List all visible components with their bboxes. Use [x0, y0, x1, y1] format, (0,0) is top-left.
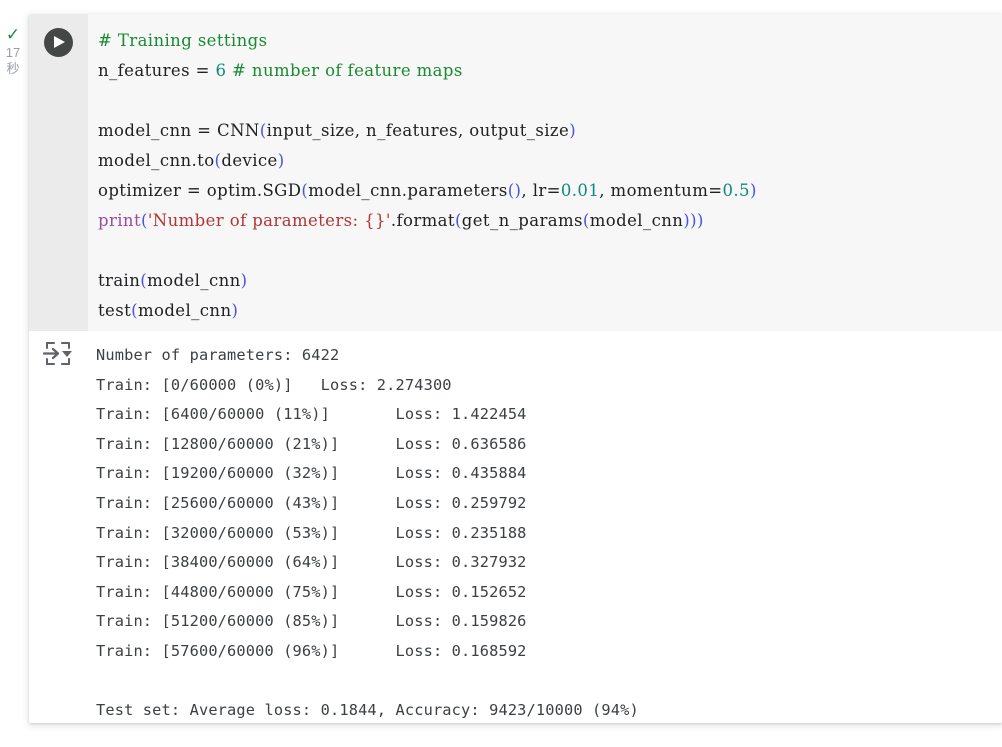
code-token: model_cnn = CNN [98, 121, 260, 140]
code-token: ( [582, 211, 590, 230]
code-token: ( [454, 211, 462, 230]
code-token: ))) [683, 211, 704, 230]
run-gutter [29, 14, 88, 331]
execution-duration-unit: 秒 [6, 62, 20, 77]
output-cell: Number of parameters: 6422 Train: [0/600… [29, 331, 1002, 723]
cell-status-gutter: ✓ 17 秒 [0, 25, 26, 78]
code-token: ) [277, 151, 285, 170]
check-icon: ✓ [5, 25, 21, 45]
code-token: model_cnn.parameters [308, 181, 508, 200]
code-token: # number of feature maps [232, 61, 463, 80]
code-token: () [507, 181, 522, 200]
code-token: 0.5 [722, 181, 750, 200]
code-token: .format [390, 211, 455, 230]
play-icon[interactable] [44, 28, 73, 57]
code-token: , momentum= [599, 181, 723, 200]
code-cell[interactable]: # Training settings n_features = 6 # num… [29, 14, 1002, 331]
code-token: model_cnn [137, 301, 232, 320]
code-editor[interactable]: # Training settings n_features = 6 # num… [88, 14, 1002, 331]
code-token: test [98, 301, 132, 320]
code-token: device [221, 151, 278, 170]
code-token: model_cnn [147, 271, 241, 290]
code-source[interactable]: # Training settings n_features = 6 # num… [98, 26, 1002, 326]
code-token: n_features = [98, 61, 216, 80]
code-token: model_cnn.to [98, 151, 215, 170]
code-token: ( [259, 121, 267, 140]
output-text: Number of parameters: 6422 Train: [0/600… [96, 346, 639, 720]
code-token: ( [140, 211, 148, 230]
code-token: print [98, 211, 141, 230]
code-token: 'Number of parameters: {}' [147, 211, 391, 230]
code-token: , lr= [521, 181, 561, 200]
code-token: 6 [215, 61, 227, 80]
code-token: ) [231, 301, 239, 320]
code-token: ) [569, 121, 577, 140]
code-token: get_n_params [461, 211, 583, 230]
execution-duration-value: 17 [5, 45, 21, 60]
output-expand-icon[interactable] [42, 339, 76, 369]
code-token: model_cnn [589, 211, 684, 230]
code-token: 0.01 [560, 181, 600, 200]
code-token: ( [131, 301, 138, 320]
code-token: input_size, n_features, output_size [266, 121, 570, 140]
code-token: optimizer = optim.SGD [98, 181, 302, 200]
output-stream: Number of parameters: 6422 Train: [0/600… [88, 331, 1002, 723]
output-gutter [29, 331, 88, 723]
notebook-cell[interactable]: # Training settings n_features = 6 # num… [29, 14, 1002, 723]
code-token: train [98, 271, 141, 290]
notebook-page: ✓ 17 秒 # Training settings n_features = … [0, 0, 1002, 747]
code-token: ) [240, 271, 248, 290]
code-token: ) [749, 181, 757, 200]
code-token: # Training settings [98, 31, 268, 50]
